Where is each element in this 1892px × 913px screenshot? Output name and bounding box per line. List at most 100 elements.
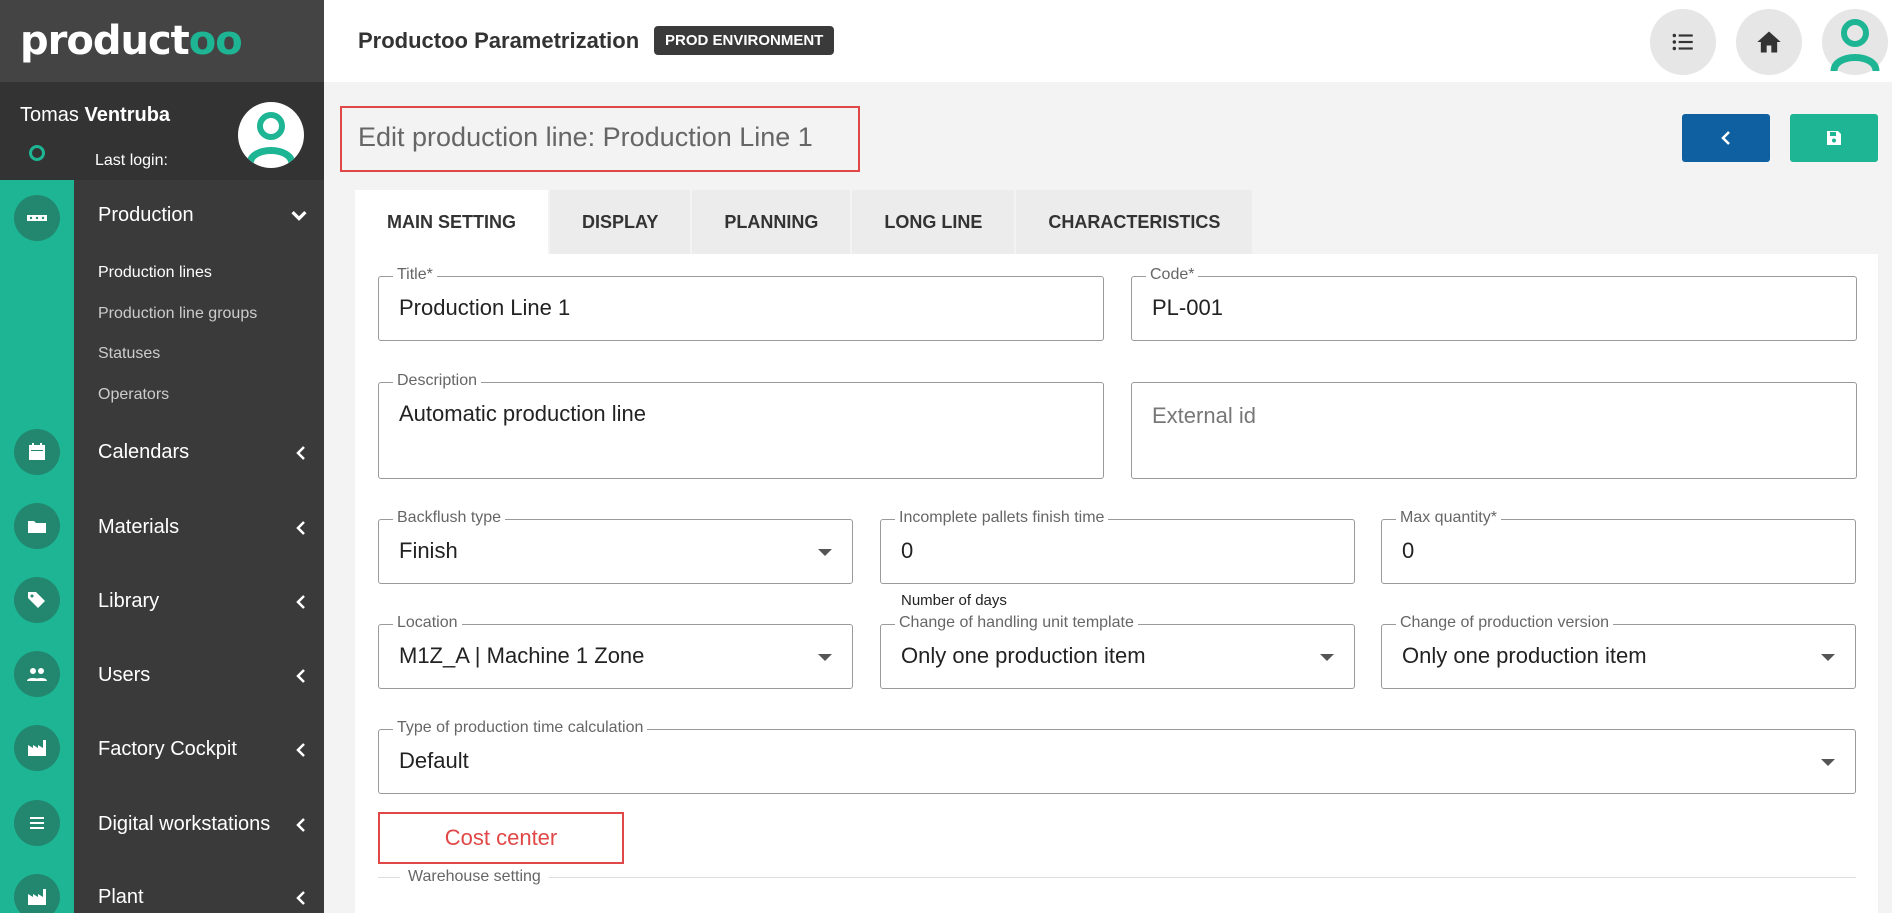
production-icon[interactable] (14, 195, 60, 241)
list-icon (1672, 33, 1693, 51)
handling-unit-template-value: Only one production item (901, 643, 1146, 668)
dropdown-arrow-icon (1821, 759, 1835, 766)
backflush-type-select[interactable]: Backflush type Finish (378, 509, 853, 584)
tab-bar: MAIN SETTING DISPLAY PLANNING LONG LINE … (355, 190, 1254, 254)
chevron-left-icon (296, 890, 305, 905)
nav-calendars[interactable]: Calendars (98, 441, 308, 464)
tab-planning[interactable]: PLANNING (692, 190, 851, 254)
page-title: Edit production line: Production Line 1 (340, 106, 860, 172)
list-menu-button[interactable] (1650, 9, 1716, 75)
tab-characteristics[interactable]: CHARACTERISTICS (1016, 190, 1253, 254)
production-version-label: Change of production version (1396, 614, 1614, 632)
folder-icon[interactable] (14, 503, 60, 549)
tags-icon[interactable] (14, 577, 60, 623)
plant-icon[interactable] (14, 874, 60, 913)
sidebar-item-production-line-groups[interactable]: Production line groups (98, 305, 257, 323)
production-version-select[interactable]: Change of production version Only one pr… (1381, 614, 1856, 689)
top-bar: Productoo Parametrization PROD ENVIRONME… (324, 0, 1892, 82)
user-area: Tomas Ventruba Last login: (0, 82, 324, 180)
nav-plant-label: Plant (98, 886, 144, 908)
chevron-left-icon (296, 668, 305, 683)
factory-icon[interactable] (14, 725, 60, 771)
location-label: Location (393, 614, 462, 632)
cost-center-annotation: Cost center (378, 812, 624, 864)
nav-digital-workstations-label: Digital workstations (98, 813, 271, 835)
nav-production-label: Production (98, 204, 194, 226)
nav-materials[interactable]: Materials (98, 516, 308, 539)
location-select[interactable]: Location M1Z_A | Machine 1 Zone (378, 614, 853, 689)
warehouse-divider (378, 877, 1856, 878)
chevron-down-icon (291, 210, 307, 221)
sidebar-item-operators[interactable]: Operators (98, 386, 169, 404)
backflush-type-value: Finish (399, 538, 458, 563)
incomplete-pallets-hint: Number of days (901, 592, 1007, 609)
environment-badge: PROD ENVIRONMENT (654, 26, 835, 55)
nav-factory-cockpit-label: Factory Cockpit (98, 738, 237, 760)
tab-display[interactable]: DISPLAY (550, 190, 691, 254)
max-quantity-field[interactable]: Max quantity* 0 (1381, 509, 1856, 584)
dropdown-arrow-icon (818, 549, 832, 556)
home-icon (1757, 31, 1781, 53)
title-label: Title* (393, 266, 437, 284)
tab-long-line[interactable]: LONG LINE (852, 190, 1015, 254)
list-lines-icon[interactable] (14, 800, 60, 846)
external-id-placeholder: External id (1152, 403, 1256, 428)
nav-calendars-label: Calendars (98, 441, 190, 463)
user-name: Tomas Ventruba (20, 104, 171, 126)
title-field[interactable]: Title* Production Line 1 (378, 266, 1104, 341)
max-quantity-label: Max quantity* (1396, 509, 1501, 527)
chevron-left-icon (1721, 131, 1730, 145)
tab-main-setting[interactable]: MAIN SETTING (355, 190, 548, 254)
nav-production[interactable]: Production (98, 204, 308, 227)
productoo-logo[interactable]: productoo (20, 18, 243, 64)
sidebar-item-statuses[interactable]: Statuses (98, 345, 160, 363)
description-field[interactable]: Description Automatic production line (378, 372, 1104, 479)
max-quantity-value: 0 (1402, 538, 1415, 563)
description-value: Automatic production line (399, 401, 647, 426)
chevron-left-icon (296, 445, 305, 460)
dropdown-arrow-icon (1821, 654, 1835, 661)
incomplete-pallets-label: Incomplete pallets finish time (895, 509, 1109, 527)
production-time-calculation-value: Default (399, 748, 469, 773)
chevron-left-icon (296, 520, 305, 535)
avatar-icon (1830, 19, 1880, 72)
app-title: Productoo Parametrization (358, 28, 640, 53)
user-avatar[interactable] (238, 102, 304, 168)
incomplete-pallets-field[interactable]: Incomplete pallets finish time 0 (880, 509, 1355, 584)
nav-factory-cockpit[interactable]: Factory Cockpit (98, 738, 308, 761)
sidebar: productoo Tomas Ventruba Last login: Pro… (0, 0, 324, 913)
nav-library[interactable]: Library (98, 590, 308, 613)
warehouse-setting-label: Warehouse setting (400, 868, 549, 886)
nav-materials-label: Materials (98, 516, 180, 538)
nav-library-label: Library (98, 590, 160, 612)
home-button[interactable] (1736, 9, 1802, 75)
production-time-calculation-label: Type of production time calculation (393, 719, 648, 737)
nav-users[interactable]: Users (98, 664, 308, 687)
production-version-value: Only one production item (1402, 643, 1647, 668)
code-field[interactable]: Code* PL-001 (1131, 266, 1857, 341)
chevron-left-icon (296, 742, 305, 757)
location-value: M1Z_A | Machine 1 Zone (399, 643, 645, 668)
title-value: Production Line 1 (399, 295, 571, 320)
external-id-field[interactable]: External id (1131, 382, 1857, 479)
sidebar-item-production-lines[interactable]: Production lines (98, 264, 212, 282)
floppy-disk-icon (1827, 131, 1841, 145)
save-button[interactable] (1790, 114, 1878, 162)
code-label: Code* (1146, 266, 1199, 284)
production-time-calculation-select[interactable]: Type of production time calculation Defa… (378, 719, 1856, 794)
back-button[interactable] (1682, 114, 1770, 162)
users-icon[interactable] (14, 651, 60, 697)
avatar-icon (246, 112, 296, 165)
online-status-icon (29, 145, 45, 161)
handling-unit-template-label: Change of handling unit template (895, 614, 1138, 632)
nav-digital-workstations[interactable]: Digital workstations (98, 813, 308, 836)
dropdown-arrow-icon (818, 654, 832, 661)
last-login-label: Last login: (95, 152, 168, 169)
nav-plant[interactable]: Plant (98, 886, 308, 909)
dropdown-arrow-icon (1320, 654, 1334, 661)
chevron-left-icon (296, 817, 305, 832)
handling-unit-template-select[interactable]: Change of handling unit template Only on… (880, 614, 1355, 689)
calendar-icon[interactable] (14, 429, 60, 475)
profile-button[interactable] (1822, 9, 1888, 75)
chevron-left-icon (296, 594, 305, 609)
